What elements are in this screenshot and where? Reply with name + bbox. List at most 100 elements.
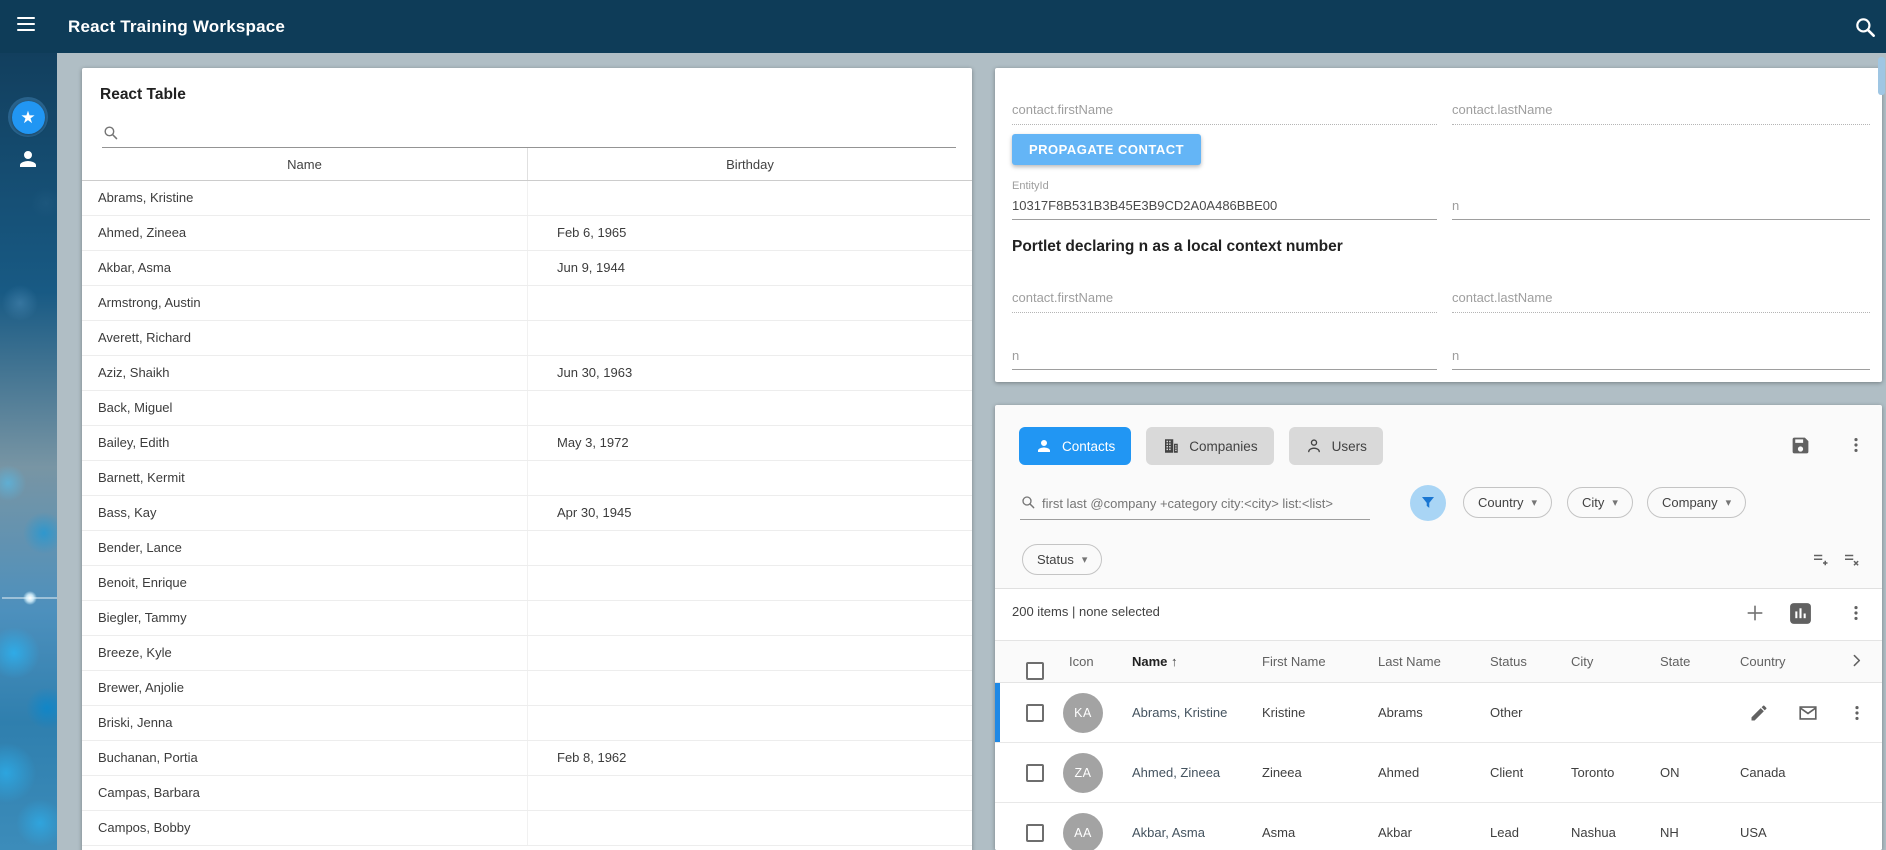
filter-chip-company[interactable]: Company <box>1647 487 1746 518</box>
column-header-first-name[interactable]: First Name <box>1262 654 1326 669</box>
cell-birthday <box>527 181 972 215</box>
cell-status: Other <box>1490 705 1523 720</box>
portlet-last-name-field[interactable] <box>1452 312 1870 313</box>
contacts-search-input[interactable] <box>1042 492 1370 514</box>
column-header-city[interactable]: City <box>1571 654 1593 669</box>
chevron-right-icon[interactable] <box>1848 652 1865 672</box>
first-name-field[interactable] <box>1012 124 1437 125</box>
table-row[interactable]: Benoit, Enrique <box>82 566 972 601</box>
tab-users[interactable]: Users <box>1289 427 1383 465</box>
portlet-n-field-left[interactable]: n <box>1012 348 1437 370</box>
sort-add-icon[interactable] <box>1807 547 1833 573</box>
last-name-field[interactable] <box>1452 124 1870 125</box>
cell-birthday <box>527 636 972 670</box>
table-row[interactable]: Bender, Lance <box>82 531 972 566</box>
column-header-last-name[interactable]: Last Name <box>1378 654 1441 669</box>
cell-name: Abrams, Kristine <box>82 181 527 215</box>
filter-chip-city[interactable]: City <box>1567 487 1633 518</box>
bar-chart-icon[interactable] <box>1787 600 1813 626</box>
cell-last-name: Ahmed <box>1378 765 1419 780</box>
column-header-icon[interactable]: Icon <box>1069 654 1094 669</box>
table-row[interactable]: Back, Miguel <box>82 391 972 426</box>
tab-label: Users <box>1332 439 1367 454</box>
plus-icon[interactable] <box>1742 600 1768 626</box>
kebab-menu-icon[interactable] <box>1843 600 1869 626</box>
cell-name: Averett, Richard <box>82 321 527 355</box>
cell-name[interactable]: Abrams, Kristine <box>1132 705 1227 720</box>
table-row[interactable]: Akbar, Asma Jun 9, 1944 <box>82 251 972 286</box>
app-title: React Training Workspace <box>68 0 285 53</box>
kebab-menu-icon[interactable] <box>1844 700 1870 726</box>
table-row[interactable]: Bass, Kay Apr 30, 1945 <box>82 496 972 531</box>
filter-chip-country[interactable]: Country <box>1463 487 1552 518</box>
cell-birthday <box>527 461 972 495</box>
table-header: Name Birthday <box>82 148 972 181</box>
table-row[interactable]: AA Akbar, Asma Asma Akbar Lead Nashua NH… <box>995 803 1882 850</box>
tab-bar: Contacts Companies Users <box>1019 427 1383 465</box>
search-icon[interactable] <box>1852 14 1878 40</box>
cell-name[interactable]: Akbar, Asma <box>1132 825 1205 840</box>
table-row[interactable]: Barnett, Kermit <box>82 461 972 496</box>
sidebar-item-profile[interactable] <box>8 139 48 179</box>
hamburger-icon[interactable] <box>17 17 37 33</box>
search-icon <box>1020 494 1036 510</box>
table-row[interactable]: Abrams, Kristine <box>82 181 972 216</box>
portlet-n-field-right[interactable]: n <box>1452 348 1870 370</box>
table-row[interactable]: Biegler, Tammy <box>82 601 972 636</box>
table-row[interactable]: Bailey, Edith May 3, 1972 <box>82 426 972 461</box>
sidebar: ★ <box>0 53 57 850</box>
filter-chip-status[interactable]: Status <box>1022 544 1102 575</box>
sort-clear-icon[interactable] <box>1838 547 1864 573</box>
table-row[interactable]: Campas, Barbara <box>82 776 972 811</box>
scrollbar-thumb[interactable] <box>1878 57 1885 95</box>
cell-last-name: Akbar <box>1378 825 1412 840</box>
cell-name: Biegler, Tammy <box>82 601 527 635</box>
select-all-checkbox[interactable] <box>1026 662 1044 680</box>
table-row[interactable]: Armstrong, Austin <box>82 286 972 321</box>
contact-form-panel: contact.firstName contact.lastName PROPA… <box>995 68 1882 382</box>
save-icon[interactable] <box>1787 432 1813 458</box>
cell-birthday: May 3, 1972 <box>527 426 972 460</box>
tab-companies[interactable]: Companies <box>1146 427 1273 465</box>
row-checkbox[interactable] <box>1026 764 1044 782</box>
tab-contacts[interactable]: Contacts <box>1019 427 1131 465</box>
table-row[interactable]: Averett, Richard <box>82 321 972 356</box>
avatar: AA <box>1063 813 1103 850</box>
entity-id-value[interactable]: 10317F8B531B3B45E3B9CD2A0A486BBE00 <box>1012 198 1437 220</box>
table-row[interactable]: Brewer, Anjolie <box>82 671 972 706</box>
table-row[interactable]: KA Abrams, Kristine Kristine Abrams Othe… <box>995 683 1882 743</box>
kebab-menu-icon[interactable] <box>1843 432 1869 458</box>
table-search-input[interactable] <box>126 123 956 145</box>
cell-name[interactable]: Ahmed, Zineea <box>1132 765 1220 780</box>
mail-icon[interactable] <box>1795 700 1821 726</box>
cell-birthday <box>527 286 972 320</box>
table-row[interactable]: ZA Ahmed, Zineea Zineea Ahmed Client Tor… <box>995 743 1882 803</box>
table-row[interactable]: Ahmed, Zineea Feb 6, 1965 <box>82 216 972 251</box>
portlet-first-name-field[interactable] <box>1012 312 1437 313</box>
cell-birthday <box>527 391 972 425</box>
app-window: React Training Workspace ★ React Table N… <box>0 0 1886 850</box>
table-row[interactable]: Aziz, Shaikh Jun 30, 1963 <box>82 356 972 391</box>
column-header-status[interactable]: Status <box>1490 654 1527 669</box>
filter-funnel-icon[interactable] <box>1410 485 1446 521</box>
entity-id-label: EntityId <box>1012 180 1049 192</box>
column-header-country[interactable]: Country <box>1740 654 1786 669</box>
row-checkbox[interactable] <box>1026 704 1044 722</box>
propagate-contact-button[interactable]: PROPAGATE CONTACT <box>1012 134 1201 165</box>
column-header-state[interactable]: State <box>1660 654 1690 669</box>
edit-pencil-icon[interactable] <box>1746 700 1772 726</box>
table-row[interactable]: Buchanan, Portia Feb 8, 1962 <box>82 741 972 776</box>
table-row[interactable]: Briski, Jenna <box>82 706 972 741</box>
table-row[interactable]: Campos, Bobby <box>82 811 972 846</box>
page-scrollbar[interactable] <box>1878 55 1885 850</box>
cell-name: Campos, Bobby <box>82 811 527 845</box>
column-header-birthday[interactable]: Birthday <box>527 148 972 180</box>
panel-title: React Table <box>100 86 186 104</box>
sidebar-item-favorites[interactable]: ★ <box>8 97 48 137</box>
column-header-name[interactable]: Name <box>1132 654 1178 669</box>
table-body: Abrams, Kristine Ahmed, Zineea Feb 6, 19… <box>82 181 972 846</box>
row-checkbox[interactable] <box>1026 824 1044 842</box>
n-field[interactable]: n <box>1452 198 1870 220</box>
column-header-name[interactable]: Name <box>82 148 527 180</box>
table-row[interactable]: Breeze, Kyle <box>82 636 972 671</box>
